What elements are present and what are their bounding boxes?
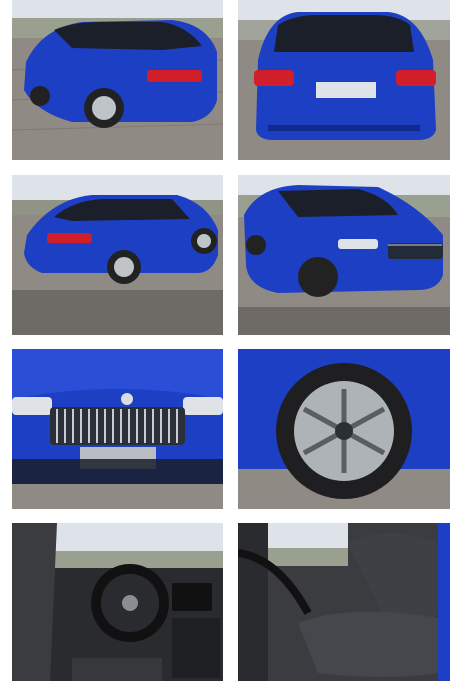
photo-grille-closeup[interactable] (12, 349, 223, 509)
photo-rear-view[interactable] (238, 0, 450, 160)
photo-rear-three-quarter[interactable] (12, 0, 223, 160)
photo-interior-dashboard[interactable] (12, 523, 223, 681)
photo-front-three-quarter[interactable] (238, 175, 450, 335)
photo-side-rear[interactable] (12, 175, 223, 335)
photo-interior-seat[interactable] (238, 523, 450, 681)
photo-wheel-closeup[interactable] (238, 349, 450, 509)
photo-gallery (0, 0, 452, 681)
